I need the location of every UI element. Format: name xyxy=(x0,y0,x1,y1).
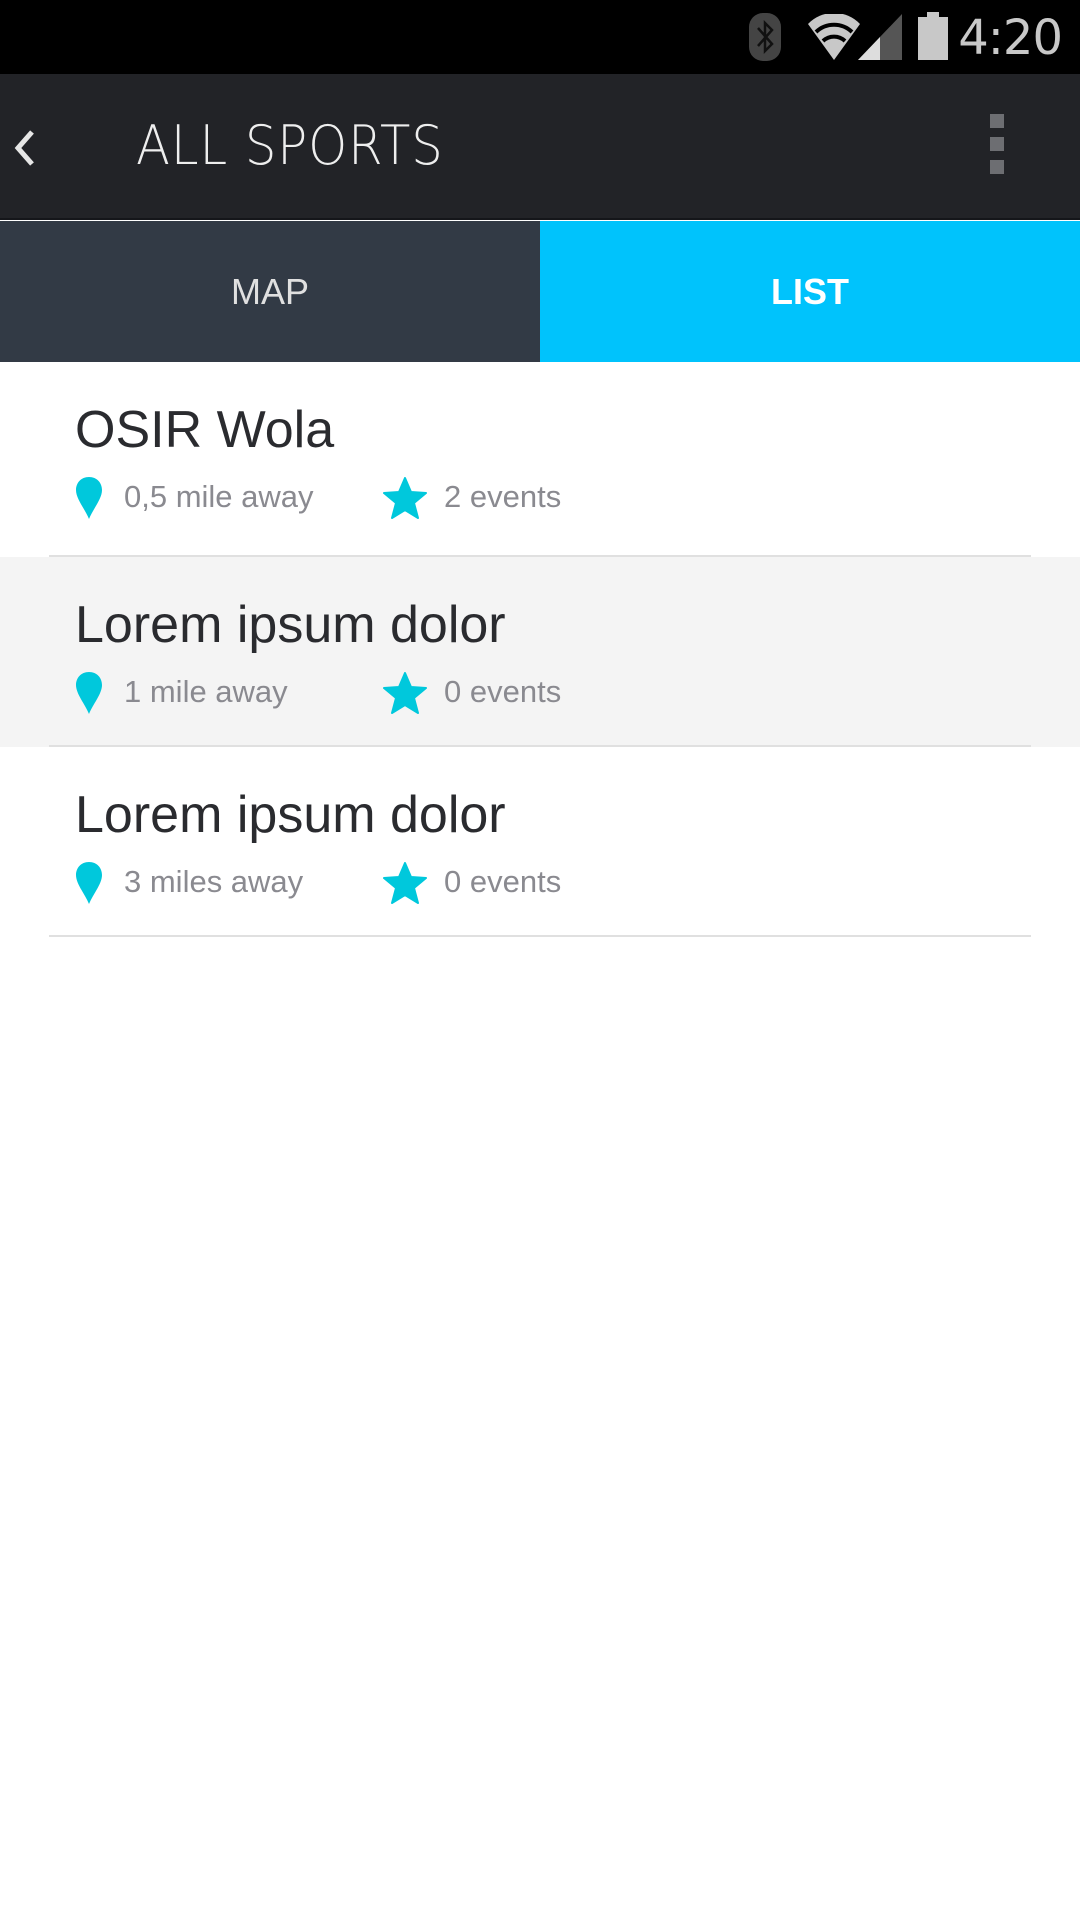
location-pin-icon xyxy=(76,672,102,714)
list-item[interactable]: Lorem ipsum dolor 3 miles away 0 events xyxy=(0,747,1080,937)
clock: 4:20 xyxy=(958,10,1063,66)
events-count: 2 events xyxy=(444,479,562,514)
star-icon xyxy=(383,477,427,519)
tab-list[interactable]: LIST xyxy=(540,221,1080,362)
back-button[interactable] xyxy=(8,114,48,180)
list-item[interactable]: Lorem ipsum dolor 1 mile away 0 events xyxy=(0,557,1080,747)
venue-name: Lorem ipsum dolor xyxy=(75,596,506,654)
bluetooth-icon xyxy=(749,13,781,61)
list-item[interactable]: OSIR Wola 0,5 mile away 2 events xyxy=(0,362,1080,557)
star-icon xyxy=(383,862,427,904)
star-icon xyxy=(383,672,427,714)
divider xyxy=(49,935,1031,937)
distance: 0,5 mile away xyxy=(124,479,314,514)
battery-icon xyxy=(918,12,948,60)
status-bar: 4:20 xyxy=(0,0,1080,74)
signal-icon xyxy=(858,14,902,60)
wifi-icon xyxy=(808,14,860,60)
location-pin-icon xyxy=(76,477,102,519)
venue-list: OSIR Wola 0,5 mile away 2 events Lorem i… xyxy=(0,362,1080,937)
location-pin-icon xyxy=(76,862,102,904)
distance: 1 mile away xyxy=(124,674,288,709)
app-bar: ALL SPORTS xyxy=(0,74,1080,220)
distance: 3 miles away xyxy=(124,864,304,899)
venue-name: OSIR Wola xyxy=(75,401,335,459)
events-count: 0 events xyxy=(444,674,562,709)
view-tabs: MAP LIST xyxy=(0,221,1080,362)
page-title: ALL SPORTS xyxy=(136,114,444,177)
chevron-left-icon xyxy=(14,130,34,166)
tab-map[interactable]: MAP xyxy=(0,221,540,362)
events-count: 0 events xyxy=(444,864,562,899)
overflow-menu-icon[interactable] xyxy=(985,114,1009,180)
venue-name: Lorem ipsum dolor xyxy=(75,786,506,844)
